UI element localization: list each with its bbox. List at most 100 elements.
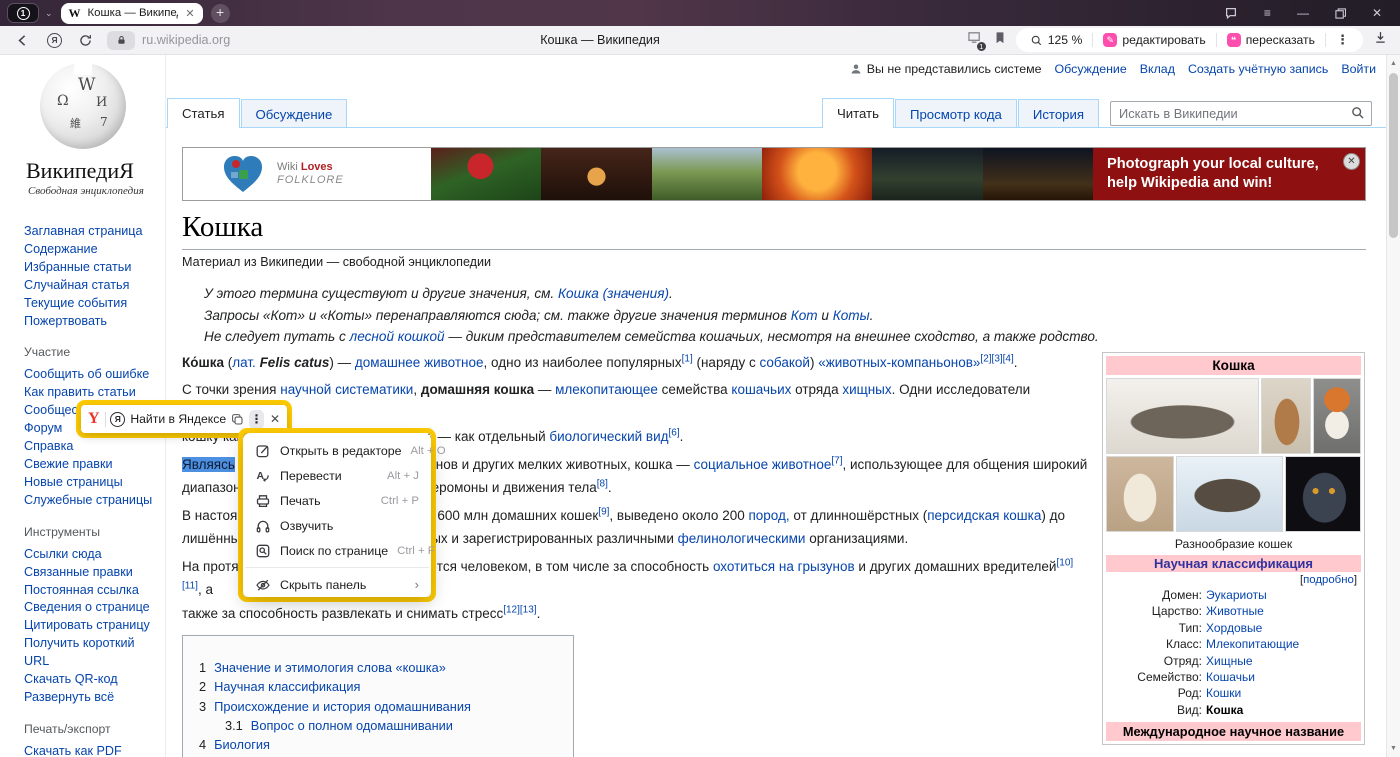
wiki-loves-folklore-banner[interactable]: Wiki Loves FOLKLORE Photograph your loca… <box>182 147 1366 201</box>
menu-icon[interactable]: ≡ <box>1264 6 1271 20</box>
edit-mode-button[interactable]: ✎ редактировать <box>1093 33 1215 47</box>
classification-header[interactable]: Научная классификация <box>1106 555 1361 572</box>
yandex-services-icon[interactable]: Я <box>47 33 62 48</box>
toc-item[interactable]: 2Научная классификация <box>199 677 553 696</box>
sidebar-link[interactable]: Пожертвовать <box>24 313 157 331</box>
sidebar-link[interactable]: Развернуть всё <box>24 689 157 707</box>
search-input[interactable] <box>1110 101 1372 126</box>
toc-link[interactable]: Научная классификация <box>214 679 360 694</box>
copy-icon[interactable] <box>231 413 244 426</box>
sidebar-link[interactable]: Текущие события <box>24 295 157 313</box>
sidebar-link[interactable]: Сведения о странице <box>24 599 157 617</box>
banner-close-icon[interactable]: ✕ <box>1343 153 1360 170</box>
reference-link[interactable]: [1] <box>682 353 693 364</box>
search-icon[interactable] <box>1351 106 1365 120</box>
tab-group-button[interactable]: 1 <box>7 3 39 23</box>
tab-close-icon[interactable]: ✕ <box>185 7 194 20</box>
restore-button[interactable] <box>1335 8 1346 19</box>
taxonomy-value[interactable]: Кошки <box>1206 685 1241 701</box>
site-security-lock-icon[interactable] <box>107 31 135 50</box>
refresh-button[interactable] <box>78 33 93 48</box>
taxonomy-value[interactable]: Эукариоты <box>1206 587 1267 603</box>
menu-item-hide-panel[interactable]: Скрыть панель › <box>243 572 431 597</box>
toc-link[interactable]: Происхождение и история одомашнивания <box>214 699 471 714</box>
toc-item[interactable]: 3.1Вопрос о полном одомашнивании <box>199 716 553 735</box>
wiki-link[interactable]: домашнее животное <box>355 355 484 370</box>
toolbar-kebab-icon[interactable]: ⋮ <box>1326 32 1359 48</box>
wiki-link[interactable]: пород, <box>748 508 789 523</box>
wiki-link[interactable]: охотиться на грызунов <box>713 559 855 574</box>
podrobno-link[interactable]: [подробно] <box>1106 572 1361 587</box>
wiki-link[interactable]: «животных-компаньонов» <box>818 355 980 370</box>
wiki-link[interactable]: социальное животное <box>694 457 832 472</box>
smartline-page-title[interactable]: Кошка — Википедия <box>400 33 800 47</box>
reference-link[interactable]: [7] <box>831 455 842 466</box>
cat-photo[interactable] <box>1176 456 1283 532</box>
minimize-button[interactable]: — <box>1297 6 1309 20</box>
wikipedia-wordmark[interactable]: ВикипедиЯ <box>26 158 157 184</box>
wiki-link[interactable]: научной систематики <box>280 382 413 397</box>
wiki-link[interactable]: собакой <box>760 355 810 370</box>
reference-link[interactable]: [9] <box>598 506 609 517</box>
cat-photo[interactable] <box>1313 378 1361 454</box>
bookmark-icon[interactable] <box>994 31 1006 50</box>
sidebar-link[interactable]: Заглавная страница <box>24 223 157 241</box>
personal-link[interactable]: Вклад <box>1140 62 1175 76</box>
sidebar-link[interactable]: Скачать как PDF <box>24 743 157 757</box>
wiki-link[interactable]: Кошка (значения) <box>558 286 669 301</box>
personal-link[interactable]: Войти <box>1341 62 1376 76</box>
menu-item-translate[interactable]: AПеревестиAlt + J <box>243 463 431 488</box>
wiki-link[interactable]: Кот <box>791 308 818 323</box>
sidebar-link[interactable]: Скачать QR-код <box>24 671 157 689</box>
sidebar-link[interactable]: Избранные статьи <box>24 259 157 277</box>
taxonomy-value[interactable]: Животные <box>1206 603 1264 619</box>
wiki-link[interactable]: фелинологическими <box>678 531 806 546</box>
sidebar-link[interactable]: Связанные правки <box>24 564 157 582</box>
download-icon[interactable] <box>1373 30 1388 50</box>
reference-link[interactable]: [2][3][4] <box>980 353 1013 364</box>
back-button[interactable] <box>14 32 31 49</box>
chat-icon[interactable] <box>1224 6 1238 20</box>
sidebar-link[interactable]: Случайная статья <box>24 277 157 295</box>
reference-link[interactable]: [8] <box>597 479 608 490</box>
sidebar-link[interactable]: Справка <box>24 438 157 456</box>
wikipedia-logo[interactable]: WΩИ7維 <box>40 63 126 149</box>
sidebar-link[interactable]: Сообщить об ошибке <box>24 366 157 384</box>
popup-close-icon[interactable]: ✕ <box>270 412 280 426</box>
sidebar-link[interactable]: Постоянная ссылка <box>24 582 157 600</box>
toc-link[interactable]: Вопрос о полном одомашнивании <box>251 718 453 733</box>
menu-item-find[interactable]: Поиск по страницеCtrl + F <box>243 538 431 563</box>
scroll-down-arrow-icon[interactable]: ▼ <box>1387 745 1400 752</box>
wiki-link[interactable]: кошачьих <box>731 382 791 397</box>
retell-button[interactable]: ❝ пересказать <box>1217 33 1325 47</box>
menu-item-voice[interactable]: Озвучить <box>243 513 431 538</box>
view-tab[interactable]: История <box>1018 99 1099 128</box>
sidebar-link[interactable]: Содержание <box>24 241 157 259</box>
taxonomy-value[interactable]: Кошачьи <box>1206 669 1255 685</box>
menu-item-editor[interactable]: Открыть в редактореAlt + O <box>243 438 431 463</box>
cat-photo[interactable] <box>1106 456 1174 532</box>
find-in-yandex-button[interactable]: Найти в Яндексе <box>130 412 226 426</box>
tab-talk[interactable]: Обсуждение <box>241 99 348 128</box>
close-button[interactable]: ✕ <box>1372 6 1382 20</box>
cat-photo[interactable] <box>1261 378 1311 454</box>
taxonomy-value[interactable]: Хищные <box>1206 653 1253 669</box>
sidebar-link[interactable]: Служебные страницы <box>24 492 157 510</box>
sidebar-link[interactable]: Цитировать страницу <box>24 617 157 635</box>
menu-item-print[interactable]: ПечатьCtrl + P <box>243 488 431 513</box>
wiki-link[interactable]: хищных <box>842 382 891 397</box>
scrollbar-thumb[interactable] <box>1389 73 1398 238</box>
wiki-link[interactable]: Коты <box>833 308 870 323</box>
wiki-link[interactable]: биологический вид <box>549 429 668 444</box>
new-tab-button[interactable]: + <box>211 4 230 23</box>
sidebar-link[interactable]: Новые страницы <box>24 474 157 492</box>
popup-kebab-icon[interactable]: ⋮ <box>249 410 264 429</box>
devices-icon[interactable]: 1 <box>967 30 984 50</box>
wiki-link[interactable]: лесной кошкой <box>350 329 445 344</box>
reference-link[interactable]: [6] <box>669 428 680 439</box>
url-text[interactable]: ru.wikipedia.org <box>142 33 230 47</box>
personal-link[interactable]: Создать учётную запись <box>1188 62 1328 76</box>
page-scrollbar[interactable]: ▲ ▼ <box>1386 55 1400 757</box>
toc-item[interactable]: 3Происхождение и история одомашнивания <box>199 697 553 716</box>
tab-article[interactable]: Статья <box>167 98 240 128</box>
